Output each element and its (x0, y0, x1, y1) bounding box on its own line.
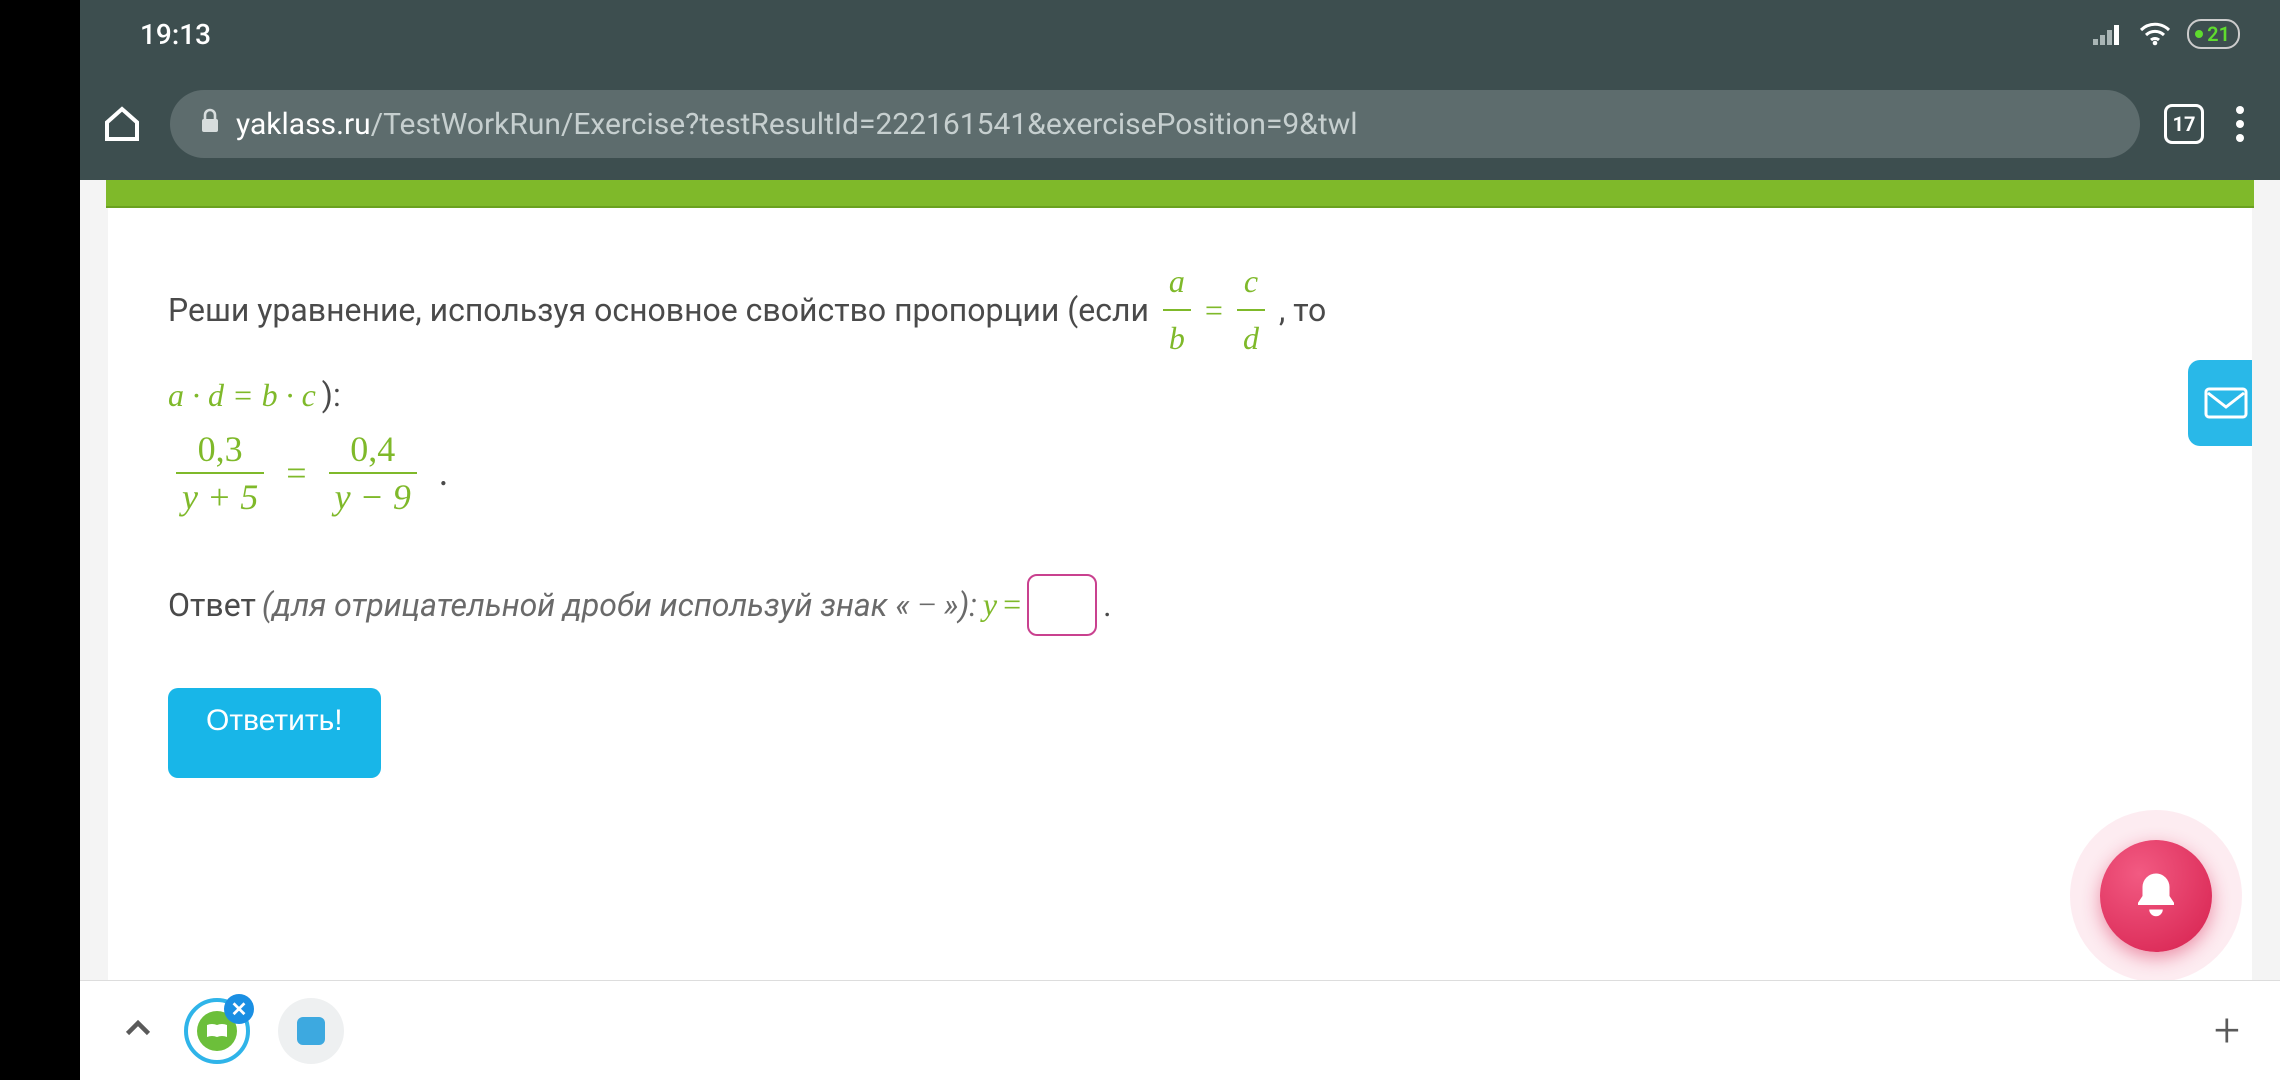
url-path: /TestWorkRun/Exercise?testResultId=22216… (371, 107, 1358, 142)
proportion-rule: a · d = b · c (168, 370, 316, 421)
equation-left: 0,3 y + 5 (176, 428, 264, 518)
signal-icon (2093, 23, 2123, 45)
fraction-c-d: c d (1237, 256, 1265, 364)
expand-button[interactable] (120, 1011, 156, 1051)
submit-button[interactable]: Ответить! (168, 688, 381, 778)
stop-button[interactable] (278, 998, 344, 1064)
header-strip (106, 180, 2254, 208)
equation-right: 0,4 y − 9 (329, 428, 417, 518)
problem-after-frac: , то (1279, 285, 1326, 336)
equation-period: . (439, 452, 448, 494)
answer-var: y (983, 586, 997, 623)
exercise-card: Реши уравнение, используя основное свойс… (108, 208, 2252, 980)
url-bar[interactable]: yaklass.ru/TestWorkRun/Exercise?testResu… (170, 90, 2140, 158)
status-indicators: 21 (2093, 19, 2240, 49)
lock-icon (198, 107, 222, 142)
proportion-rule-line: a · d = b · c): (168, 370, 2192, 421)
tab-count-value: 17 (2173, 112, 2196, 136)
problem-intro: Реши уравнение, используя основное свойс… (168, 285, 1149, 336)
battery-icon: 21 (2187, 19, 2240, 49)
url-domain: yaklass.ru (236, 107, 371, 142)
home-button[interactable] (98, 104, 146, 144)
rule-close: ): (322, 370, 341, 421)
url-text: yaklass.ru/TestWorkRun/Exercise?testResu… (236, 107, 1358, 142)
answer-period: . (1103, 586, 1111, 624)
equals-sign: = (1205, 285, 1223, 336)
equation: 0,3 y + 5 = 0,4 y − 9 . (168, 428, 2192, 518)
answer-hint-close: »): (944, 586, 977, 624)
page-area: Реши уравнение, используя основное свойс… (80, 180, 2280, 980)
close-badge[interactable]: ✕ (224, 994, 254, 1024)
mail-icon (2204, 387, 2248, 419)
new-tab-button[interactable]: + (2214, 1004, 2240, 1058)
problem-statement: Реши уравнение, используя основное свойс… (168, 256, 2192, 364)
status-time: 19:13 (140, 18, 211, 51)
bottom-bar: ✕ + (80, 980, 2280, 1080)
battery-level: 21 (2207, 22, 2230, 46)
tab-count-button[interactable]: 17 (2164, 104, 2204, 144)
bell-icon (2129, 869, 2183, 923)
stop-icon (297, 1017, 325, 1045)
answer-input[interactable] (1027, 574, 1097, 636)
answer-label: Ответ (168, 586, 256, 624)
menu-button[interactable] (2228, 98, 2252, 150)
answer-hint-open: (для отрицательной дроби используй знак … (262, 586, 910, 624)
equation-equals: = (286, 452, 306, 494)
answer-equals: = (1003, 586, 1021, 623)
fraction-a-b: a b (1163, 256, 1191, 364)
status-bar: 19:13 21 (80, 0, 2280, 68)
mail-tab[interactable] (2188, 360, 2252, 446)
answer-line: Ответ (для отрицательной дроби используй… (168, 574, 2192, 636)
app-badge[interactable]: ✕ (184, 998, 250, 1064)
browser-toolbar: yaklass.ru/TestWorkRun/Exercise?testResu… (80, 68, 2280, 180)
notifications-button[interactable] (2100, 840, 2212, 952)
minus-symbol: − (916, 586, 938, 623)
wifi-icon (2139, 22, 2171, 46)
